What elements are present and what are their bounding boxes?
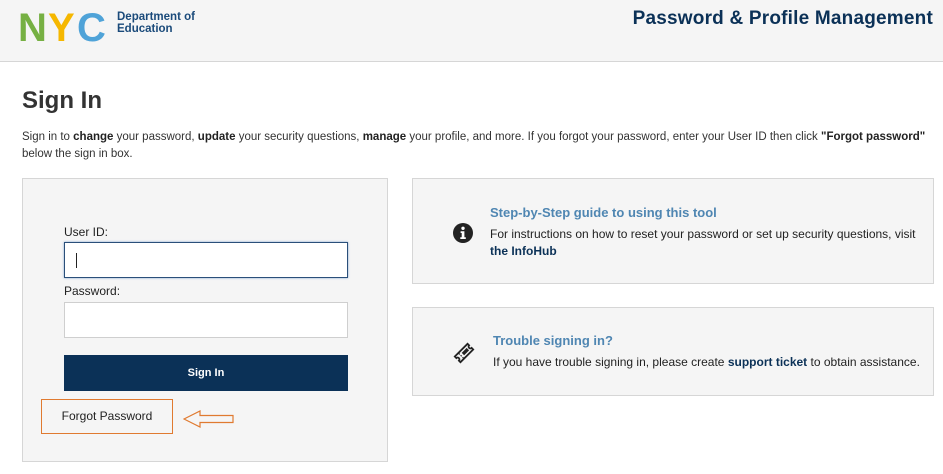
intro-part: below the sign in box. — [22, 148, 133, 160]
intro-text: Sign in to change your password, update … — [22, 129, 934, 163]
svg-text:N: N — [18, 8, 47, 44]
forgot-password-link[interactable]: Forgot Password — [41, 399, 173, 434]
guide-description: For instructions on how to reset your pa… — [490, 226, 920, 260]
nyc-doe-logo[interactable]: N Y C Department of Education — [18, 8, 203, 44]
infohub-link[interactable]: the InfoHub — [490, 244, 557, 258]
org-name: Department of Education — [117, 11, 207, 35]
intro-bold: manage — [362, 131, 407, 143]
intro-part: your password, — [113, 131, 198, 143]
password-input[interactable] — [64, 302, 348, 338]
intro-part: Sign in to — [22, 131, 74, 143]
trouble-title-link[interactable]: Trouble signing in? — [493, 333, 613, 348]
app-title: Password & Profile Management — [632, 8, 933, 29]
org-name-line1: Department of — [117, 11, 195, 23]
intro-bold: update — [197, 131, 236, 143]
intro-part: your profile, and more. If you forgot yo… — [406, 131, 821, 143]
ticket-icon — [453, 342, 475, 364]
guide-body-text: For instructions on how to reset your pa… — [490, 227, 916, 241]
user-id-input[interactable] — [64, 242, 348, 278]
intro-bold: change — [73, 131, 114, 143]
intro-part: your security questions, — [235, 131, 363, 143]
user-id-label: User ID: — [64, 225, 109, 239]
signin-panel: User ID: Password: Sign In Forgot Passwo… — [22, 178, 388, 462]
trouble-description: If you have trouble signing in, please c… — [493, 354, 923, 371]
trouble-body-before: If you have trouble signing in, please c… — [493, 355, 728, 369]
intro-bold: "Forgot password" — [821, 131, 926, 143]
guide-title-link[interactable]: Step-by-Step guide to using this tool — [490, 205, 717, 220]
nyc-logo-mark: N Y C — [18, 8, 106, 44]
org-name-line2: Education — [117, 23, 173, 35]
sign-in-button[interactable]: Sign In — [64, 355, 348, 391]
page-title: Sign In — [22, 87, 102, 114]
guide-card: Step-by-Step guide to using this tool Fo… — [412, 178, 934, 284]
trouble-card: Trouble signing in? If you have trouble … — [412, 307, 934, 396]
trouble-body-after: to obtain assistance. — [807, 355, 920, 369]
header-bar: N Y C Department of Education Password &… — [0, 0, 943, 62]
text-caret — [76, 253, 77, 268]
support-ticket-link[interactable]: support ticket — [728, 355, 807, 369]
annotation-arrow-icon — [183, 410, 234, 428]
svg-text:Y: Y — [48, 8, 75, 44]
password-label: Password: — [64, 284, 121, 298]
svg-text:C: C — [77, 8, 106, 44]
info-icon — [453, 223, 473, 243]
